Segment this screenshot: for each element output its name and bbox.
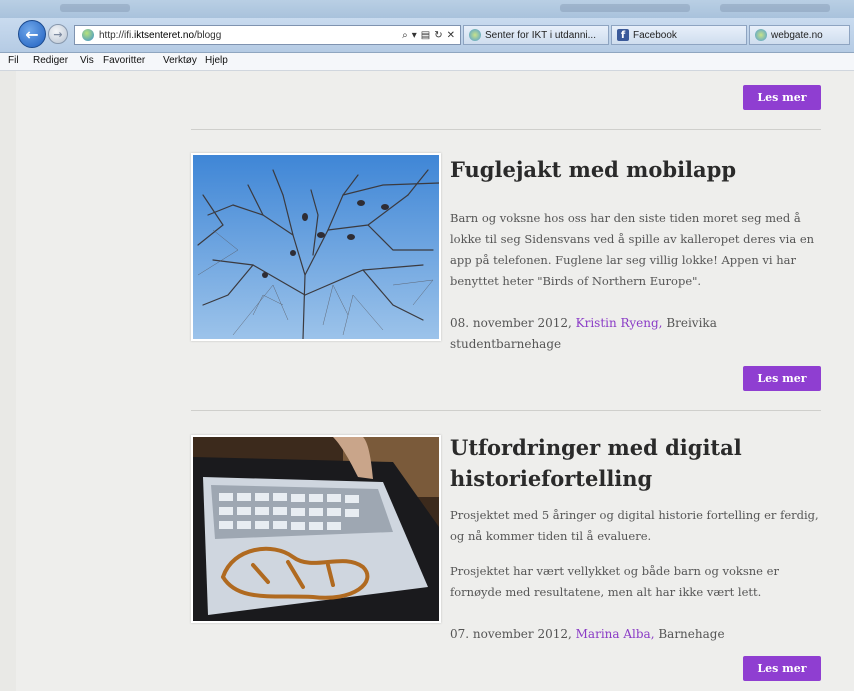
site-favicon-icon	[755, 29, 767, 41]
address-icons: ⌕ ▾ ▤ ↻ ✕	[402, 30, 455, 41]
post-title[interactable]: Utfordringer med digital historiefortell…	[450, 432, 830, 494]
window-titlebar	[0, 0, 854, 18]
facebook-icon: f	[617, 29, 629, 41]
post-meta: 08. november 2012, Kristin Ryeng, Breivi…	[450, 313, 780, 355]
tab-facebook[interactable]: f Facebook	[611, 25, 747, 45]
menu-item-fil[interactable]: Fil	[8, 55, 19, 66]
compat-icon[interactable]: ▤	[421, 30, 430, 41]
titlebar-blur	[60, 4, 130, 12]
post-date: 08. november 2012,	[450, 316, 572, 330]
tab-label: Facebook	[633, 29, 677, 41]
address-bar[interactable]: http://ifi.iktsenteret.no/blogg ⌕ ▾ ▤ ↻ …	[74, 25, 461, 45]
titlebar-blur	[560, 4, 690, 12]
blog-page: Les mer Fuglejakt med mobilapp Barn og v…	[16, 71, 854, 691]
tab-webgate[interactable]: webgate.no	[749, 25, 850, 45]
read-more-button[interactable]: Les mer	[743, 656, 821, 681]
url-text[interactable]: http://ifi.iktsenteret.no/blogg	[99, 30, 402, 41]
menu-item-verktoy[interactable]: Verktøy	[163, 55, 197, 66]
post-image-birds[interactable]	[191, 153, 441, 341]
author-link[interactable]: Marina Alba,	[576, 627, 655, 641]
arrow-right-icon: →	[53, 27, 63, 41]
tab-label: Senter for IKT i utdanni...	[485, 29, 596, 41]
post-excerpt: Prosjektet har vært vellykket og både ba…	[450, 564, 779, 599]
menu-item-rediger[interactable]: Rediger	[33, 55, 68, 66]
menu-item-vis[interactable]: Vis	[80, 55, 94, 66]
url-path: /blogg	[194, 29, 222, 41]
url-prefix: http://ifi.	[99, 29, 135, 41]
post-date: 07. november 2012,	[450, 627, 572, 641]
tree-photo	[193, 155, 439, 339]
tab-label: webgate.no	[771, 29, 823, 41]
author-link[interactable]: Kristin Ryeng,	[576, 316, 663, 330]
browser-toolbar: ← → http://ifi.iktsenteret.no/blogg ⌕ ▾ …	[0, 18, 854, 53]
post-divider	[191, 410, 821, 411]
tab-senter-ikt[interactable]: Senter for IKT i utdanni...	[463, 25, 609, 45]
post-excerpt: Barn og voksne hos oss har den siste tid…	[450, 211, 815, 288]
site-favicon-icon	[82, 29, 94, 41]
post-meta: 07. november 2012, Marina Alba, Barnehag…	[450, 624, 780, 645]
post-title[interactable]: Fuglejakt med mobilapp	[450, 154, 830, 185]
post-divider	[191, 129, 821, 130]
forward-button[interactable]: →	[48, 24, 68, 44]
titlebar-blur	[720, 4, 830, 12]
menu-item-favoritter[interactable]: Favoritter	[103, 55, 145, 66]
stop-icon[interactable]: ✕	[447, 30, 455, 41]
read-more-button[interactable]: Les mer	[743, 85, 821, 110]
menu-bar: Fil Rediger Vis Favoritter Verktøy Hjelp	[0, 53, 854, 71]
post-organization: Barnehage	[658, 627, 725, 641]
read-more-button[interactable]: Les mer	[743, 366, 821, 391]
arrow-left-icon: ←	[25, 24, 39, 44]
back-button[interactable]: ←	[18, 20, 46, 48]
refresh-icon[interactable]: ↻	[434, 30, 442, 41]
dropdown-icon[interactable]: ▾	[412, 30, 417, 41]
post-excerpt: Prosjektet med 5 åringer og digital hist…	[450, 508, 819, 543]
post-image-tablet[interactable]	[191, 435, 441, 623]
site-favicon-icon	[469, 29, 481, 41]
tablet-photo	[193, 437, 439, 621]
search-icon[interactable]: ⌕	[402, 30, 408, 41]
url-domain: iktsenteret.no	[134, 29, 195, 41]
menu-item-hjelp[interactable]: Hjelp	[205, 55, 228, 66]
